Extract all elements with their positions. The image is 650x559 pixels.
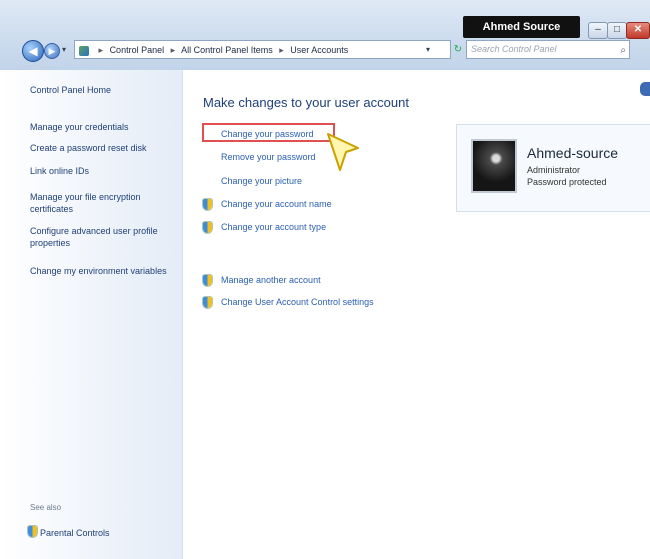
sidebar-item-link-online-ids[interactable]: Link online IDs: [30, 165, 170, 177]
address-dropdown-icon[interactable]: ▾: [426, 40, 430, 59]
highlight-box: [202, 123, 335, 142]
avatar[interactable]: [471, 139, 517, 193]
search-icon[interactable]: ⌕: [620, 42, 626, 59]
recent-pages-dropdown[interactable]: ▾: [62, 45, 66, 54]
search-input[interactable]: Search Control Panel ⌕: [466, 40, 630, 59]
arrow-right-icon: ▶: [48, 46, 56, 56]
shield-icon: [203, 222, 212, 233]
sidebar-item-password-reset-disk[interactable]: Create a password reset disk: [30, 142, 170, 154]
chevron-right-icon[interactable]: ▸: [99, 45, 104, 55]
uac-settings-link[interactable]: Change User Account Control settings: [221, 297, 374, 307]
sidebar-item-manage-credentials[interactable]: Manage your credentials: [30, 121, 170, 133]
title-bar: Ahmed Source – □ ✕ ◀ ▶ ▾ ▸ Control Panel…: [0, 0, 650, 70]
user-name: Ahmed-source: [527, 145, 619, 161]
window-title: Ahmed Source: [463, 16, 580, 38]
sidebar-item-parental-controls[interactable]: Parental Controls: [28, 525, 110, 538]
breadcrumb-control-panel[interactable]: Control Panel: [110, 45, 165, 55]
address-bar[interactable]: ▸ Control Panel ▸ All Control Panel Item…: [74, 40, 451, 59]
sidebar-item-user-profile[interactable]: Configure advanced user profile properti…: [30, 225, 170, 249]
page-title: Make changes to your user account: [203, 95, 409, 110]
sidebar-item-file-encryption[interactable]: Manage your file encryption certificates: [30, 191, 170, 215]
minimize-button[interactable]: –: [588, 22, 608, 39]
chevron-right-icon[interactable]: ▸: [279, 45, 284, 55]
search-placeholder: Search Control Panel: [471, 44, 557, 54]
manage-another-account-link[interactable]: Manage another account: [221, 275, 321, 285]
shield-icon: [203, 297, 212, 308]
user-role: Administrator: [527, 165, 581, 175]
help-icon[interactable]: [640, 82, 650, 96]
remove-password-link[interactable]: Remove your password: [221, 152, 316, 162]
shield-icon: [203, 275, 212, 286]
breadcrumb-all-items[interactable]: All Control Panel Items: [181, 45, 273, 55]
close-button[interactable]: ✕: [626, 22, 650, 39]
sidebar-item-control-panel-home[interactable]: Control Panel Home: [30, 84, 170, 96]
breadcrumb-user-accounts[interactable]: User Accounts: [290, 45, 348, 55]
control-panel-icon: [79, 45, 89, 56]
see-also-heading: See also: [30, 503, 62, 512]
sidebar: Control Panel Home Manage your credentia…: [0, 70, 183, 559]
user-status: Password protected: [527, 177, 607, 187]
sidebar-item-environment-variables[interactable]: Change my environment variables: [30, 265, 170, 277]
arrow-left-icon: ◀: [28, 44, 38, 58]
shield-icon: [203, 199, 212, 210]
pointer-cursor-icon: [327, 133, 359, 171]
refresh-icon[interactable]: ↻: [452, 40, 464, 59]
change-account-type-link[interactable]: Change your account type: [221, 222, 326, 232]
maximize-button[interactable]: □: [607, 22, 627, 39]
chevron-right-icon[interactable]: ▸: [171, 45, 176, 55]
change-account-name-link[interactable]: Change your account name: [221, 199, 332, 209]
back-button[interactable]: ◀: [22, 40, 44, 62]
forward-button[interactable]: ▶: [44, 43, 60, 59]
user-account-card: Ahmed-source Administrator Password prot…: [456, 124, 650, 212]
change-picture-link[interactable]: Change your picture: [221, 176, 302, 186]
parental-controls-label: Parental Controls: [40, 528, 110, 538]
shield-icon: [28, 526, 37, 537]
